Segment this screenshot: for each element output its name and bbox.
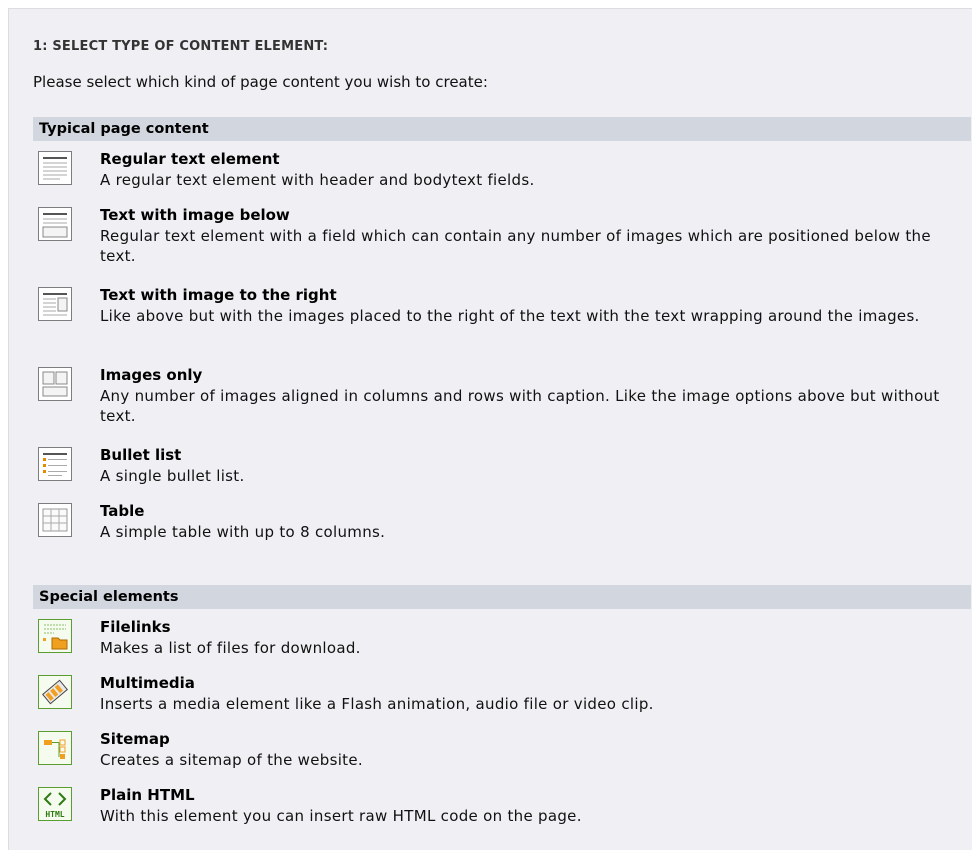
sitemap-icon [38,731,72,765]
html-icon-label: HTML [45,810,64,819]
new-content-element-panel: 1: SELECT TYPE OF CONTENT ELEMENT: Pleas… [8,8,972,850]
multimedia-icon [38,675,72,709]
element-title: Plain HTML [100,786,195,804]
content-type-images-only[interactable]: Images only Any number of images aligned… [33,363,971,435]
text-element-icon [38,151,72,185]
element-description: A simple table with up to 8 columns. [100,523,386,541]
intro-text: Please select which kind of page content… [33,73,488,91]
element-title: Table [100,502,145,520]
element-title: Bullet list [100,446,182,464]
element-description: With this element you can insert raw HTM… [100,807,582,825]
element-description: Any number of images aligned in columns … [100,387,940,425]
element-title: Filelinks [100,618,171,636]
section-typical-page-content: Typical page content Regular text elemen… [33,117,971,541]
content-type-filelinks[interactable]: Filelinks Makes a list of files for down… [33,615,971,665]
element-title: Multimedia [100,674,195,692]
content-type-plain-html[interactable]: HTML Plain HTML With this element you ca… [33,783,971,833]
element-title: Images only [100,366,203,384]
content-type-text-image-below[interactable]: Text with image below Regular text eleme… [33,203,971,275]
element-description: Inserts a media element like a Flash ani… [100,695,654,713]
text-image-below-icon [38,207,72,241]
filelinks-icon [38,619,72,653]
section-header: Special elements [33,585,971,609]
element-title: Sitemap [100,730,170,748]
element-description: A regular text element with header and b… [100,171,535,189]
text-image-right-icon [38,287,72,321]
content-type-bullet-list[interactable]: Bullet list A single bullet list. [33,443,971,493]
element-description: Regular text element with a field which … [100,227,931,265]
element-title: Text with image below [100,206,290,224]
element-title: Text with image to the right [100,286,337,304]
table-icon [38,503,72,537]
plain-html-icon: HTML [38,787,72,821]
images-only-icon [38,367,72,401]
section-header: Typical page content [33,117,971,141]
content-type-sitemap[interactable]: Sitemap Creates a sitemap of the website… [33,727,971,777]
bullet-list-icon [38,447,72,481]
element-title: Regular text element [100,150,280,168]
content-type-regular-text[interactable]: Regular text element A regular text elem… [33,147,971,197]
step-title: 1: SELECT TYPE OF CONTENT ELEMENT: [33,39,329,54]
content-type-text-image-right[interactable]: Text with image to the right Like above … [33,283,971,355]
content-type-multimedia[interactable]: Multimedia Inserts a media element like … [33,671,971,721]
element-description: Like above but with the images placed to… [100,307,920,325]
content-type-table[interactable]: Table A simple table with up to 8 column… [33,499,971,549]
element-description: A single bullet list. [100,467,245,485]
element-description: Makes a list of files for download. [100,639,361,657]
element-description: Creates a sitemap of the website. [100,751,363,769]
section-special-elements: Special elements Filelinks Makes a list … [33,585,971,825]
